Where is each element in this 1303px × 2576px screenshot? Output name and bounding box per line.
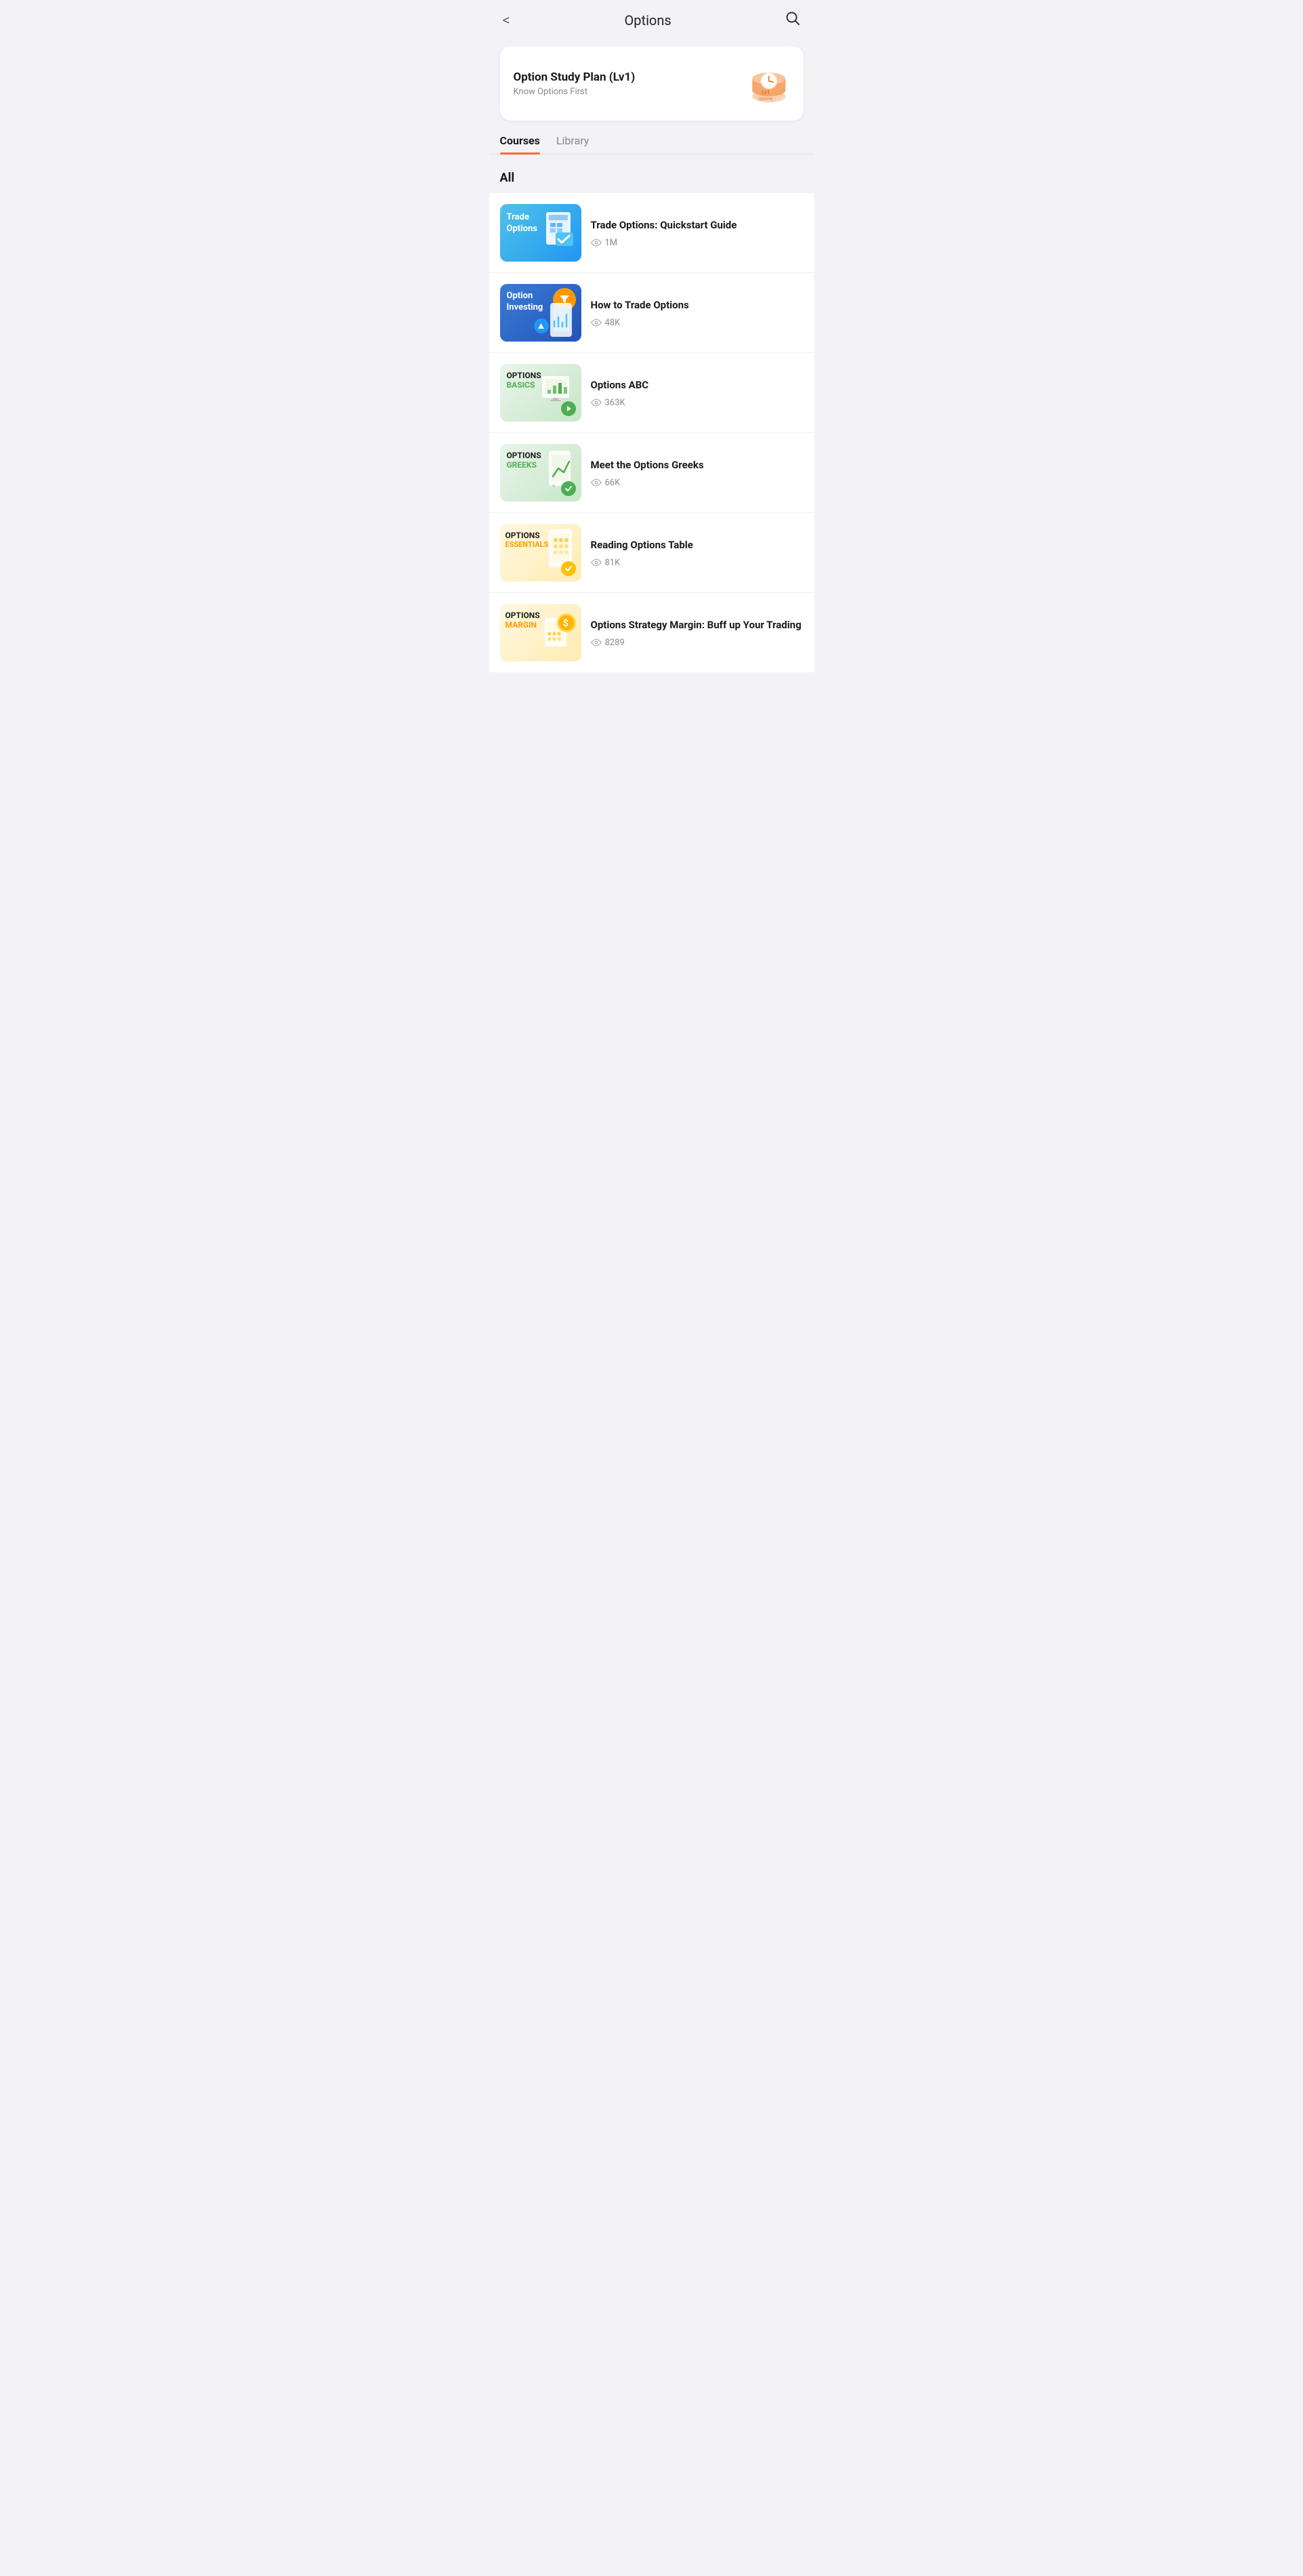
thumb-label-1: TradeOptions xyxy=(507,212,537,235)
course-item[interactable]: TradeOptions Trade Options: Quickstart G xyxy=(489,193,814,273)
course-info-4: Meet the Options Greeks 66K xyxy=(591,458,804,488)
search-button[interactable] xyxy=(785,11,800,30)
eye-icon xyxy=(591,478,602,487)
tab-library[interactable]: Library xyxy=(556,134,589,154)
course-list: TradeOptions Trade Options: Quickstart G xyxy=(489,193,814,672)
eye-icon xyxy=(591,319,602,327)
thumb-label-2: OptionInvesting xyxy=(507,291,543,314)
svg-text:Lv1: Lv1 xyxy=(762,89,770,96)
check-badge xyxy=(561,481,576,496)
margin-thumb-icon: $ xyxy=(541,608,577,652)
course-info-6: Options Strategy Margin: Buff up Your Tr… xyxy=(591,618,804,648)
page-title: Options xyxy=(625,12,671,28)
study-plan-title: Option Study Plan (Lv1) xyxy=(514,70,636,84)
search-icon xyxy=(785,11,800,26)
thumb-label-6: OPTIONS MARGIN xyxy=(505,611,540,630)
course-title-2: How to Trade Options xyxy=(591,298,804,312)
course-info-5: Reading Options Table 81K xyxy=(591,538,804,568)
course-item[interactable]: OPTIONS BASICS xyxy=(489,353,814,433)
tab-courses[interactable]: Courses xyxy=(500,134,540,154)
study-plan-text: Option Study Plan (Lv1) Know Options Fir… xyxy=(514,70,636,97)
trade-thumb-icon xyxy=(538,211,577,251)
course-thumbnail-6: OPTIONS MARGIN $ xyxy=(500,604,581,661)
svg-text:Options: Options xyxy=(758,97,772,102)
course-thumbnail-3: OPTIONS BASICS xyxy=(500,364,581,422)
check-icon xyxy=(564,484,573,493)
course-title-6: Options Strategy Margin: Buff up Your Tr… xyxy=(591,618,804,632)
tabs-container: Courses Library xyxy=(489,134,814,155)
header: < Options xyxy=(489,0,814,41)
yellow-check-badge xyxy=(561,561,576,576)
study-plan-banner[interactable]: Option Study Plan (Lv1) Know Options Fir… xyxy=(500,46,804,121)
eye-icon xyxy=(591,398,602,407)
course-item[interactable]: OPTIONS GREEKS xyxy=(489,433,814,513)
course-thumbnail-1: TradeOptions xyxy=(500,204,581,262)
study-plan-subtitle: Know Options First xyxy=(514,87,636,97)
disc-icon xyxy=(537,322,545,331)
study-plan-icon: Lv1 Options xyxy=(736,60,790,107)
course-item[interactable]: OptionInvesting xyxy=(489,273,814,353)
course-views-1: 1M xyxy=(591,238,804,248)
course-info-2: How to Trade Options 48K xyxy=(591,298,804,328)
course-item[interactable]: OPTIONS MARGIN $ xyxy=(489,593,814,672)
back-button[interactable]: < xyxy=(503,12,510,29)
invest-thumb-icon xyxy=(545,302,579,339)
course-item[interactable]: OPTIONS ESSENTIALS xyxy=(489,513,814,593)
thumb-label-5: OPTIONS ESSENTIALS xyxy=(505,531,549,549)
play-badge xyxy=(561,401,576,416)
eye-icon xyxy=(591,558,602,567)
course-title-1: Trade Options: Quickstart Guide xyxy=(591,218,804,232)
course-views-5: 81K xyxy=(591,558,804,568)
course-info-1: Trade Options: Quickstart Guide 1M xyxy=(591,218,804,248)
thumb-label-4: OPTIONS GREEKS xyxy=(507,451,541,470)
blue-disc-badge xyxy=(534,319,549,333)
course-info-3: Options ABC 363K xyxy=(591,378,804,408)
check-icon xyxy=(564,564,573,573)
course-views-4: 66K xyxy=(591,478,804,488)
course-thumbnail-4: OPTIONS GREEKS xyxy=(500,444,581,502)
course-title-3: Options ABC xyxy=(591,378,804,392)
course-thumbnail-2: OptionInvesting xyxy=(500,284,581,342)
course-title-5: Reading Options Table xyxy=(591,538,804,552)
svg-text:$: $ xyxy=(563,617,568,629)
thumb-label-3: OPTIONS BASICS xyxy=(507,371,541,390)
section-all-label: All xyxy=(489,165,814,193)
eye-icon xyxy=(591,239,602,247)
course-thumbnail-5: OPTIONS ESSENTIALS xyxy=(500,524,581,581)
course-title-4: Meet the Options Greeks xyxy=(591,458,804,472)
course-views-2: 48K xyxy=(591,318,804,328)
course-views-3: 363K xyxy=(591,398,804,408)
play-icon xyxy=(564,405,573,413)
course-views-6: 8289 xyxy=(591,638,804,648)
eye-icon xyxy=(591,638,602,647)
